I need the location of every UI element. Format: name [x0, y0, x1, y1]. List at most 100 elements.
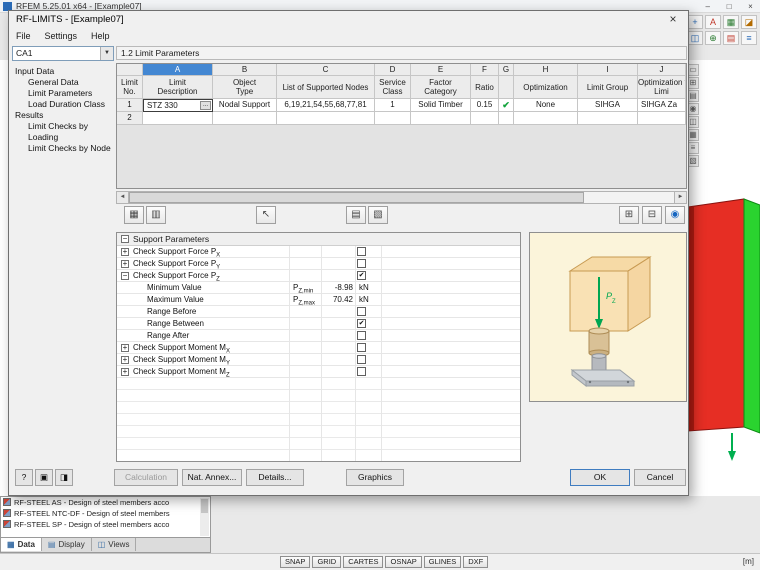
menu-help[interactable]: Help	[84, 31, 117, 41]
cartes-toggle[interactable]: CARTES	[343, 556, 384, 568]
panel-toggle-button[interactable]: ◨	[55, 469, 73, 486]
empty-cell[interactable]	[499, 112, 514, 125]
row-number[interactable]: 2	[117, 112, 143, 125]
column-letter-j[interactable]: J	[638, 64, 686, 76]
nav-item-limit-parameters[interactable]: Limit Parameters	[11, 88, 115, 99]
edit-icon[interactable]: ◪	[741, 15, 757, 29]
checkbox-checked[interactable]: ✔	[357, 319, 366, 328]
cell-optimization-from[interactable]: SIHGA Za	[638, 99, 686, 112]
checkbox[interactable]	[357, 331, 366, 340]
nav-section-results[interactable]: Results	[11, 110, 115, 121]
copy-row-button[interactable]: ▦	[124, 206, 144, 224]
graphics-button[interactable]: Graphics	[346, 469, 404, 486]
grid-icon[interactable]: ▦	[723, 15, 739, 29]
ok-button[interactable]: OK	[570, 469, 630, 486]
cell-service-class[interactable]: 1	[375, 99, 411, 112]
column-letter-i[interactable]: I	[578, 64, 638, 76]
tab-views[interactable]: ◫ Views	[92, 538, 137, 551]
value-field[interactable]: -8.98	[323, 282, 353, 293]
expand-toggle[interactable]: +	[121, 368, 129, 376]
scroll-left-arrow[interactable]: ◄	[117, 192, 129, 203]
corner-cell[interactable]	[117, 64, 143, 76]
collapse-toggle[interactable]: −	[121, 272, 129, 280]
cell-optimization[interactable]: None	[514, 99, 578, 112]
menu-settings[interactable]: Settings	[38, 31, 85, 41]
row-number[interactable]: 1	[117, 99, 143, 112]
dialog-close-button[interactable]: ×	[658, 11, 688, 29]
column-letter-h[interactable]: H	[514, 64, 578, 76]
cell-ratio[interactable]: 0.15	[471, 99, 499, 112]
font-icon[interactable]: A	[705, 15, 721, 29]
case-selector[interactable]: CA1 ▼	[12, 46, 114, 61]
nav-item-limit-checks-by-loading[interactable]: Limit Checks by Loading	[11, 121, 115, 143]
empty-cell[interactable]	[578, 112, 638, 125]
grid-toggle[interactable]: GRID	[312, 556, 342, 568]
panel-icon[interactable]: ◫	[687, 31, 703, 45]
column-letter-a[interactable]: A	[143, 64, 213, 76]
scrollbar-thumb[interactable]	[201, 499, 208, 513]
column-letter-f[interactable]: F	[471, 64, 499, 76]
cell-supported-nodes[interactable]: 6,19,21,54,55,68,77,81	[277, 99, 375, 112]
empty-row-button[interactable]: ▥	[146, 206, 166, 224]
dxf-toggle[interactable]: DXF	[463, 556, 489, 568]
empty-cell[interactable]	[514, 112, 578, 125]
checkbox[interactable]	[357, 355, 366, 364]
column-letter-b[interactable]: B	[213, 64, 277, 76]
module-scrollbar[interactable]	[200, 498, 209, 536]
column-letter-c[interactable]: C	[277, 64, 375, 76]
value-field[interactable]: 70.42	[323, 294, 353, 305]
expand-toggle[interactable]: +	[121, 356, 129, 364]
checkbox[interactable]	[357, 247, 366, 256]
remove-limit-button[interactable]: ⊟	[642, 206, 662, 224]
nav-section-input-data[interactable]: Input Data	[11, 66, 115, 77]
empty-cell[interactable]	[638, 112, 686, 125]
snap-toggle[interactable]: SNAP	[280, 556, 311, 568]
module-list-item[interactable]: RF-STEEL AS - Design of steel members ac…	[3, 498, 210, 508]
cell-limit-description[interactable]: STZ 330...	[143, 99, 213, 112]
table-icon[interactable]: ▤	[723, 31, 739, 45]
info-button[interactable]: ?	[15, 469, 33, 486]
empty-cell[interactable]	[375, 112, 411, 125]
import-table-button[interactable]: ▧	[368, 206, 388, 224]
list-icon[interactable]: ≡	[741, 31, 757, 45]
nav-item-load-duration-class[interactable]: Load Duration Class	[11, 99, 115, 110]
expand-toggle[interactable]: −	[121, 235, 129, 243]
expand-toggle[interactable]: +	[121, 248, 129, 256]
maximize-button[interactable]: □	[720, 1, 739, 14]
column-letter-g[interactable]: G	[499, 64, 514, 76]
module-list-item[interactable]: RF-STEEL NTC-DF - Design of steel member…	[3, 509, 210, 519]
expand-toggle[interactable]: +	[121, 260, 129, 268]
cell-limit-group[interactable]: SIHGA	[578, 99, 638, 112]
tab-data[interactable]: ▦ Data	[1, 538, 42, 551]
tab-display[interactable]: ▤ Display	[42, 538, 92, 551]
units-button[interactable]: ▣	[35, 469, 53, 486]
checkbox[interactable]	[357, 259, 366, 268]
empty-cell[interactable]	[471, 112, 499, 125]
cell-factor-category[interactable]: Solid Timber	[411, 99, 471, 112]
eye-icon[interactable]: ◉	[665, 206, 685, 224]
chevron-down-icon[interactable]: ▼	[100, 47, 113, 60]
empty-cell[interactable]	[213, 112, 277, 125]
menu-file[interactable]: File	[9, 31, 38, 41]
export-table-button[interactable]: ▤	[346, 206, 366, 224]
cell-object-type[interactable]: Nodal Support	[213, 99, 277, 112]
cancel-button[interactable]: Cancel	[634, 469, 686, 486]
details-button[interactable]: Details...	[246, 469, 304, 486]
column-letter-e[interactable]: E	[411, 64, 471, 76]
osnap-toggle[interactable]: OSNAP	[385, 556, 422, 568]
scroll-right-arrow[interactable]: ►	[674, 192, 686, 203]
nav-item-limit-checks-by-node[interactable]: Limit Checks by Node	[11, 143, 115, 154]
toolbar-icon[interactable]: +	[687, 15, 703, 29]
dialog-titlebar[interactable]: RF-LIMITS - [Example07]	[9, 11, 688, 29]
checkbox[interactable]	[357, 367, 366, 376]
empty-cell[interactable]	[411, 112, 471, 125]
checkbox[interactable]	[357, 307, 366, 316]
module-list-item[interactable]: RF-STEEL SP - Design of steel members ac…	[3, 520, 210, 530]
browse-button[interactable]: ...	[200, 101, 211, 110]
table-horizontal-scrollbar[interactable]: ◄ ►	[116, 191, 687, 204]
checkbox-checked[interactable]: ✔	[357, 271, 366, 280]
close-button[interactable]: ×	[741, 1, 760, 14]
add-limit-button[interactable]: ⊞	[619, 206, 639, 224]
pick-button[interactable]: ↖	[256, 206, 276, 224]
column-letter-d[interactable]: D	[375, 64, 411, 76]
